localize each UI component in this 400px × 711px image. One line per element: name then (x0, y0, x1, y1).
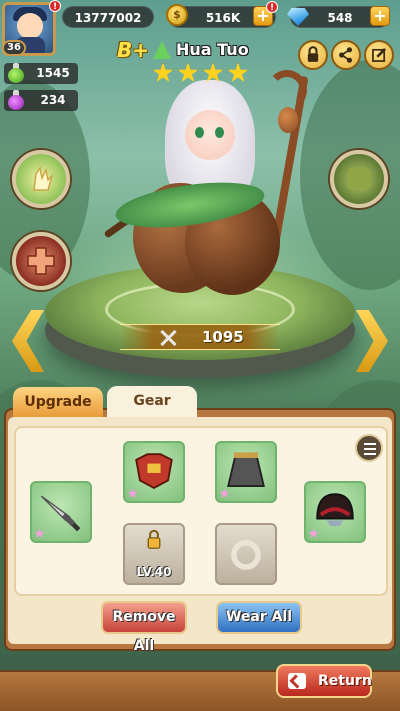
hero-power-bar: 1095 (120, 324, 280, 350)
tab-upgrade[interactable]: Upgrade (13, 387, 103, 417)
green-potion-display: 1545 (4, 63, 78, 84)
skill-slot-cross[interactable] (12, 232, 70, 290)
gear-slot-weapon[interactable] (30, 481, 92, 543)
return-button[interactable]: Return (276, 664, 372, 698)
hero-staff-hook (267, 70, 307, 110)
hero-portrait[interactable] (95, 65, 325, 305)
edit-icon (372, 48, 386, 62)
hero-power-value: 1095 (202, 328, 244, 346)
gear-list-button[interactable] (355, 434, 383, 462)
hero-small-gourd (278, 107, 298, 133)
coin-icon: $ (166, 4, 188, 26)
clover-skill-icon (347, 167, 371, 191)
gear-slot-skirt[interactable] (215, 441, 277, 503)
gear-slot-locked[interactable]: LV.40 (123, 523, 185, 585)
remove-all-button[interactable]: Remove All (101, 601, 187, 654)
avatar-alert-badge: ! (49, 0, 61, 12)
coin-value: 516K (205, 11, 241, 25)
medical-cross-skill-icon (27, 247, 55, 275)
gem-value: 548 (327, 11, 353, 25)
coins-alert-badge: ! (266, 1, 278, 13)
locked-slot-level: LV.40 (136, 565, 172, 579)
share-hero-button[interactable] (331, 40, 361, 70)
avatar-head (17, 13, 43, 39)
wear-all-button[interactable]: Wear All (216, 601, 302, 634)
gear-slot-ring[interactable] (215, 523, 277, 585)
hero-name: Hua Tuo (176, 40, 249, 59)
hand-skill-icon (33, 166, 54, 191)
padlock-icon (147, 529, 161, 549)
player-level-badge: 36 (2, 40, 26, 56)
share-icon (339, 47, 353, 63)
gear-slot-armor[interactable] (123, 441, 185, 503)
return-arrow-icon (288, 673, 306, 689)
ring-icon (231, 539, 261, 570)
green-potion-value: 1545 (36, 66, 70, 80)
hero-face (185, 110, 235, 160)
crossed-swords-icon (158, 329, 178, 347)
hero-eye (215, 127, 224, 138)
lock-hero-button[interactable] (298, 40, 328, 70)
add-gems-button[interactable]: + (370, 6, 390, 26)
green-potion-icon (6, 62, 26, 84)
hero-eye (195, 127, 204, 138)
edit-hero-button[interactable] (364, 40, 394, 70)
return-label: Return (318, 673, 372, 689)
tab-gear[interactable]: Gear (107, 386, 197, 418)
purple-potion-display: 234 (4, 90, 78, 111)
lock-icon (307, 46, 319, 62)
power-total-value: 13777002 (74, 11, 142, 25)
purple-potion-icon (6, 89, 26, 111)
hero-grade: B+ (117, 38, 150, 62)
skill-slot-healing[interactable] (12, 150, 70, 208)
purple-potion-value: 234 (40, 93, 66, 107)
gear-slot-helmet[interactable] (304, 481, 366, 543)
power-total-display: 13777002 (62, 6, 154, 28)
skill-slot-clover[interactable] (330, 150, 388, 208)
